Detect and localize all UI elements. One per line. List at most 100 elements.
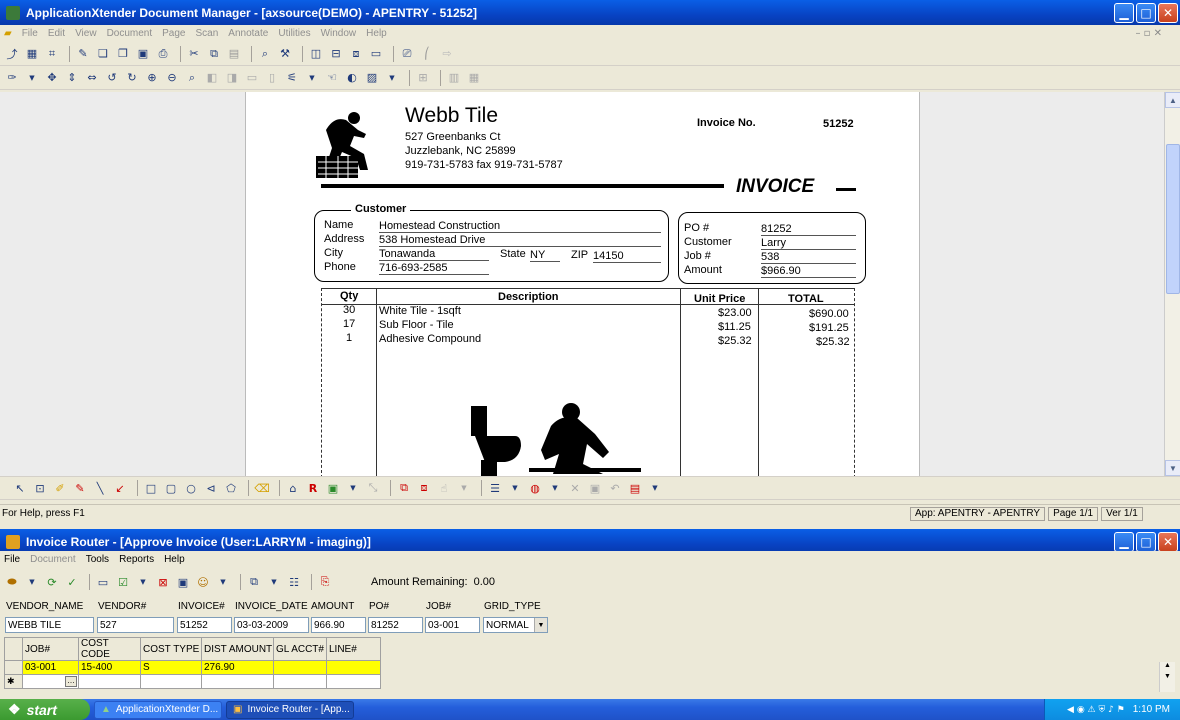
mdi-controls[interactable]: – ▫ ✕: [1135, 28, 1162, 39]
pin-icon[interactable]: ✑: [4, 70, 20, 86]
invoice-field[interactable]: 51252: [177, 617, 232, 633]
grid-cell-gl-acct[interactable]: [273, 660, 327, 675]
router-menu-tools[interactable]: Tools: [86, 554, 109, 565]
router-close-button[interactable]: ✕: [1158, 532, 1178, 552]
dropdown4-icon[interactable]: ▼: [345, 480, 361, 496]
menu-help[interactable]: Help: [366, 28, 387, 39]
po-field[interactable]: 81252: [368, 617, 423, 633]
hand-icon[interactable]: ☜: [324, 70, 340, 86]
start-button[interactable]: ❖ start: [0, 699, 90, 720]
rectangle-icon[interactable]: □: [143, 480, 159, 496]
check-doc-icon[interactable]: ☑: [115, 574, 131, 590]
delete-annot-icon[interactable]: ✕: [567, 480, 583, 496]
find-icon[interactable]: ⌕: [257, 46, 273, 62]
thumb-icon[interactable]: ▥: [446, 70, 462, 86]
grid-cell-cost-code[interactable]: 15-400: [78, 660, 141, 675]
zoom-out-icon[interactable]: ⊖: [164, 70, 180, 86]
menu-window[interactable]: Window: [321, 28, 357, 39]
task-invoice-router[interactable]: ▣ Invoice Router - [App...: [226, 700, 354, 719]
router-menu-reports[interactable]: Reports: [119, 554, 154, 565]
amount-field[interactable]: 966.90: [311, 617, 366, 633]
redact-icon[interactable]: R: [305, 480, 321, 496]
polygon-icon[interactable]: ⬠: [223, 480, 239, 496]
scroll-thumb[interactable]: [1166, 144, 1180, 294]
scan-settings-icon[interactable]: ⎛: [419, 46, 435, 62]
highlighter-icon[interactable]: ✐: [52, 480, 68, 496]
save-doc-icon[interactable]: ▣: [175, 574, 191, 590]
zoom-in-icon[interactable]: ⊕: [144, 70, 160, 86]
ellipse-icon[interactable]: ○: [183, 480, 199, 496]
eraser-icon[interactable]: ⌫: [254, 480, 270, 496]
router-minimize-button[interactable]: ▁: [1114, 532, 1134, 552]
arrow-icon[interactable]: ↙: [112, 480, 128, 496]
layer2-icon[interactable]: ⧈: [416, 480, 432, 496]
save-annot-icon[interactable]: ▣: [587, 480, 603, 496]
router-menu-help[interactable]: Help: [164, 554, 185, 565]
menu-scan[interactable]: Scan: [196, 28, 219, 39]
layout-3-icon[interactable]: ⧈: [348, 46, 364, 62]
maximize-button[interactable]: □: [1136, 3, 1156, 23]
grid-scroll-up-icon[interactable]: ▲: [1160, 662, 1175, 669]
grid-cell-cost-type[interactable]: S: [140, 660, 202, 675]
user-icon[interactable]: ☺: [195, 574, 211, 590]
dropdown9-icon[interactable]: ▼: [24, 574, 40, 590]
dropdown11-icon[interactable]: ▼: [215, 574, 231, 590]
scan-icon[interactable]: ⎚: [399, 46, 415, 62]
undo-icon[interactable]: ↶: [607, 480, 623, 496]
split-icon[interactable]: ⊞: [415, 70, 431, 86]
dropdown-icon[interactable]: ▼: [24, 70, 40, 86]
router-menu-file[interactable]: File: [4, 554, 20, 565]
stamp-icon[interactable]: ⌂: [285, 480, 301, 496]
vendor-field[interactable]: 527: [97, 617, 174, 633]
fit-icon[interactable]: ✥: [44, 70, 60, 86]
note-icon[interactable]: ▣: [325, 480, 341, 496]
close-button[interactable]: ✕: [1158, 3, 1178, 23]
rotate-right-icon[interactable]: ↻: [124, 70, 140, 86]
rotate-left-icon[interactable]: ↺: [104, 70, 120, 86]
query-edit-icon[interactable]: ❐: [115, 46, 131, 62]
line-icon[interactable]: ╲: [92, 480, 108, 496]
menu-page[interactable]: Page: [162, 28, 185, 39]
grid-type-select[interactable]: NORMAL ▼: [483, 617, 548, 633]
viewer-scrollbar[interactable]: ▲ ▼: [1164, 92, 1180, 476]
cut-icon[interactable]: ✂: [186, 46, 202, 62]
save-icon[interactable]: ▣: [135, 46, 151, 62]
approve-icon[interactable]: ✓: [64, 574, 80, 590]
properties-icon[interactable]: ▤: [627, 480, 643, 496]
page-next-icon[interactable]: ◨: [224, 70, 240, 86]
grid-cell-line[interactable]: [326, 660, 381, 675]
ellipsis-button[interactable]: …: [65, 676, 77, 687]
view-icon[interactable]: ▭: [95, 574, 111, 590]
enhance-icon[interactable]: ⚟: [284, 70, 300, 86]
dropdown7-icon[interactable]: ▼: [547, 480, 563, 496]
task-appxtender[interactable]: ▲ ApplicationXtender D...: [94, 700, 222, 719]
scroll-up-icon[interactable]: ▲: [1165, 92, 1180, 108]
index-icon[interactable]: ⌗: [44, 46, 60, 62]
new-doc-icon[interactable]: ✎: [75, 46, 91, 62]
job-field[interactable]: 03-001: [425, 617, 480, 633]
dropdown2-icon[interactable]: ▼: [304, 70, 320, 86]
thumb2-icon[interactable]: ▦: [466, 70, 482, 86]
link-icon[interactable]: ⤡: [365, 480, 381, 496]
grid-scrollbar[interactable]: ▲ ▼: [1159, 662, 1175, 692]
scan-disabled-icon[interactable]: ⇨: [439, 46, 455, 62]
image-icon[interactable]: ▨: [364, 70, 380, 86]
page-last-icon[interactable]: ▯: [264, 70, 280, 86]
text-icon[interactable]: ⊡: [32, 480, 48, 496]
dropdown6-icon[interactable]: ▼: [507, 480, 523, 496]
refresh-icon[interactable]: ⟳: [44, 574, 60, 590]
menu-edit[interactable]: Edit: [48, 28, 65, 39]
open-icon[interactable]: ⤴: [4, 46, 20, 62]
minimize-button[interactable]: ▁: [1114, 3, 1134, 23]
grid-icon[interactable]: ▦: [24, 46, 40, 62]
paste-icon[interactable]: ▤: [226, 46, 242, 62]
color-icon[interactable]: ◐: [344, 70, 360, 86]
table-row[interactable]: 03-001 15-400 S 276.90: [4, 660, 381, 675]
menu-annotate[interactable]: Annotate: [228, 28, 268, 39]
color-palette-icon[interactable]: ◍: [527, 480, 543, 496]
menu-file[interactable]: File: [22, 28, 38, 39]
dropdown8-icon[interactable]: ▼: [647, 480, 663, 496]
page-first-icon[interactable]: ▭: [244, 70, 260, 86]
new-row-job-cell[interactable]: …: [22, 674, 79, 689]
layout-1-icon[interactable]: ◫: [308, 46, 324, 62]
